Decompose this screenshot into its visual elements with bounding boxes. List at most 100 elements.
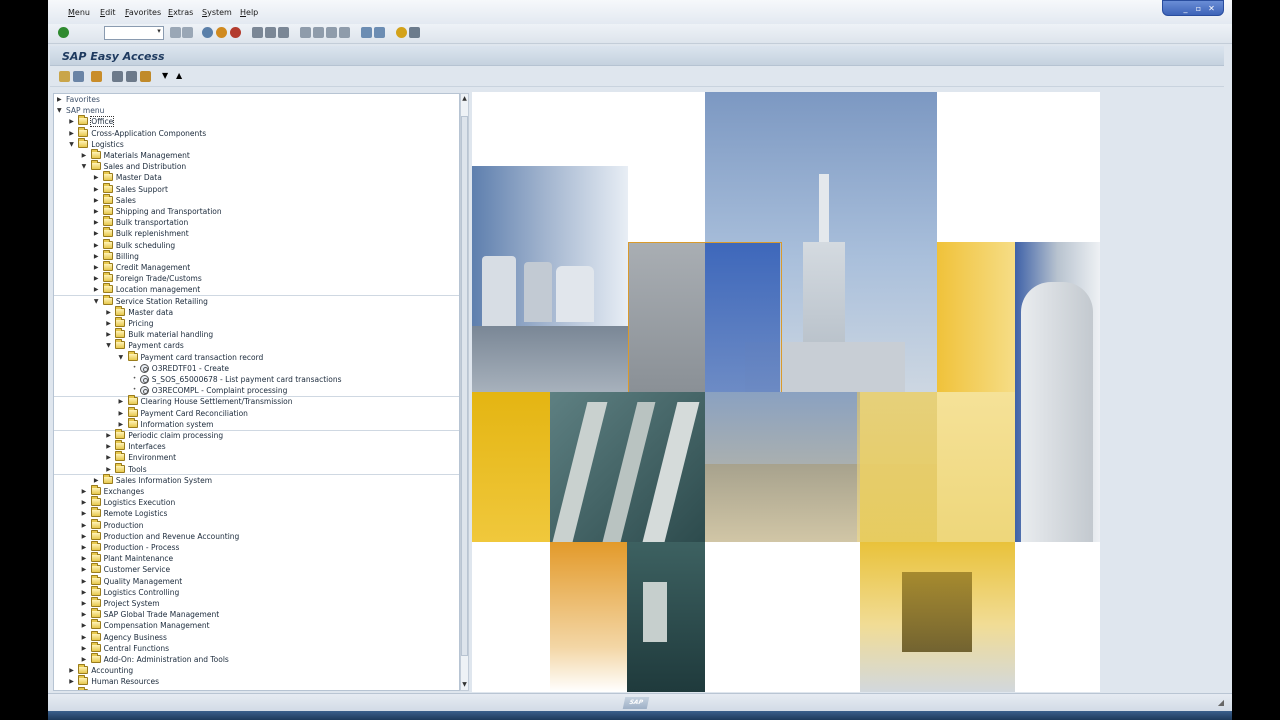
menu-system[interactable]: System [202,8,232,17]
tree-node[interactable]: ▶ Project System [54,597,459,609]
sap-menu-icon[interactable] [73,71,84,82]
expand-arrow-icon[interactable]: ▶ [106,443,112,450]
tree-node[interactable]: ▶ Location management [54,283,459,295]
tree-node[interactable]: ▶ Sales Support [54,182,459,195]
expand-arrow-icon[interactable]: ▶ [106,432,112,439]
tree-node[interactable]: ▶ Credit Management [54,261,459,273]
collapse-arrow-icon[interactable]: ▼ [119,354,125,361]
tree-node[interactable]: ▶ Quality Management [54,574,459,587]
expand-down-icon[interactable]: ▼ [162,72,170,80]
user-menu-icon[interactable] [59,71,70,82]
tree-node[interactable]: ▶ Production - Process [54,541,459,553]
collapse-arrow-icon[interactable]: ▼ [94,298,100,305]
expand-arrow-icon[interactable]: ▶ [69,690,75,691]
expand-arrow-icon[interactable]: ▶ [69,678,75,685]
expand-arrow-icon[interactable]: ▶ [94,208,100,215]
add-favorite-icon[interactable] [112,71,123,82]
expand-arrow-icon[interactable]: ▶ [82,522,88,529]
scrollbar-thumb[interactable] [461,116,468,656]
menu-extras[interactable]: Extras [168,8,193,17]
layout-menu-icon[interactable] [409,27,420,38]
expand-arrow-icon[interactable]: ▶ [106,466,112,473]
find-next-icon[interactable] [278,27,289,38]
tree-node[interactable]: ▶ Human Resources [54,675,459,687]
exit-icon[interactable] [216,27,227,38]
tree-node[interactable]: ▼ Payment cards [54,339,459,351]
help-icon[interactable] [396,27,407,38]
menu-help[interactable]: Help [240,8,258,17]
tree-node[interactable]: ▶ Environment [54,451,459,463]
tree-node[interactable]: ▶ Bulk transportation [54,216,459,228]
tree-node[interactable]: ▶ Compensation Management [54,619,459,631]
last-page-icon[interactable] [339,27,350,38]
expand-arrow-icon[interactable]: ▶ [119,410,125,417]
tree-node[interactable]: ▶ Cross-Application Components [54,126,459,139]
expand-arrow-icon[interactable]: ▶ [94,197,100,204]
tree-node[interactable]: ▶ SAP Global Trade Management [54,608,459,620]
expand-arrow-icon[interactable]: ▶ [106,320,112,327]
expand-arrow-icon[interactable]: ▶ [69,130,75,137]
tree-node[interactable]: ▶ Billing [54,249,459,262]
tree-node[interactable]: ▶ Add-On: Administration and Tools [54,653,459,665]
find-icon[interactable] [265,27,276,38]
tree-node[interactable]: ▶ Office [54,115,459,128]
tree-node[interactable]: ▼ Sales and Distribution [54,160,459,172]
expand-arrow-icon[interactable]: ▶ [106,454,112,461]
tree-node[interactable]: ▶ Exchanges [54,485,459,497]
expand-arrow-icon[interactable]: ▶ [82,611,88,618]
expand-arrow-icon[interactable]: ▶ [82,600,88,607]
expand-arrow-icon[interactable]: ▶ [82,634,88,641]
tree-node[interactable]: ▶ Shipping and Transportation [54,205,459,217]
tree-node[interactable]: ▼ Logistics [54,137,459,150]
expand-arrow-icon[interactable]: ▶ [94,186,100,193]
tree-node[interactable]: ▶ Customer Service [54,563,459,575]
tree-scrollbar[interactable]: ▲ ▼ [460,93,469,691]
expand-arrow-icon[interactable]: ▶ [82,645,88,652]
expand-arrow-icon[interactable]: ▶ [57,96,63,103]
save-icon[interactable] [182,27,193,38]
collapse-up-icon[interactable]: ▲ [176,72,184,80]
tree-node[interactable]: ▶ Bulk replenishment [54,227,459,239]
tree-node[interactable]: ▶ Accounting [54,664,459,676]
menu-favorites[interactable]: Favorites [125,8,161,17]
other-menu-icon[interactable] [91,71,102,82]
back-nav-icon[interactable] [170,27,181,38]
expand-arrow-icon[interactable]: ▶ [82,555,88,562]
expand-arrow-icon[interactable]: ▶ [119,398,125,405]
tree-node[interactable]: ▶ Remote Logistics [54,507,459,519]
expand-arrow-icon[interactable]: ▶ [94,242,100,249]
change-favorite-icon[interactable] [140,71,151,82]
tree-node[interactable]: ▼ Payment card transaction record [54,350,459,363]
collapse-arrow-icon[interactable]: ▼ [57,107,63,114]
scroll-up-icon[interactable]: ▲ [461,95,468,103]
back-icon[interactable] [202,27,213,38]
previous-page-icon[interactable] [313,27,324,38]
tree-node[interactable]: ▶ Payment Card Reconciliation [54,406,459,419]
tree-node[interactable]: ▶ Agency Business [54,630,459,643]
menu-edit[interactable]: Edit [100,8,116,17]
tree-node[interactable]: ▶ Production and Revenue Accounting [54,529,459,542]
expand-arrow-icon[interactable]: ▶ [82,152,88,159]
expand-arrow-icon[interactable]: ▶ [82,499,88,506]
expand-arrow-icon[interactable]: ▶ [82,656,88,663]
new-session-icon[interactable] [361,27,372,38]
expand-arrow-icon[interactable]: ▶ [106,331,112,338]
tree-node[interactable]: ▼ SAP menu [54,105,459,116]
expand-arrow-icon[interactable]: ▶ [82,510,88,517]
expand-arrow-icon[interactable]: ▶ [69,667,75,674]
tree-node[interactable]: ▶ Central Functions [54,641,459,654]
collapse-arrow-icon[interactable]: ▼ [69,141,75,148]
menu-menu[interactable]: Menu [68,8,90,17]
command-dropdown-icon[interactable]: ▾ [154,27,164,38]
tree-node[interactable]: ▶ Information Systems [54,686,459,691]
close-icon[interactable]: ✕ [1206,4,1217,13]
expand-arrow-icon[interactable]: ▶ [94,253,100,260]
tree-node[interactable]: • S_SOS_65000678 - List payment card tran… [54,374,459,385]
first-page-icon[interactable] [300,27,311,38]
tree-node[interactable]: ▶ Materials Management [54,149,459,161]
restore-icon[interactable]: ▫ [1193,4,1204,13]
expand-arrow-icon[interactable]: ▶ [82,578,88,585]
expand-arrow-icon[interactable]: ▶ [94,219,100,226]
shortcut-icon[interactable] [374,27,385,38]
expand-arrow-icon[interactable]: ▶ [119,421,125,428]
